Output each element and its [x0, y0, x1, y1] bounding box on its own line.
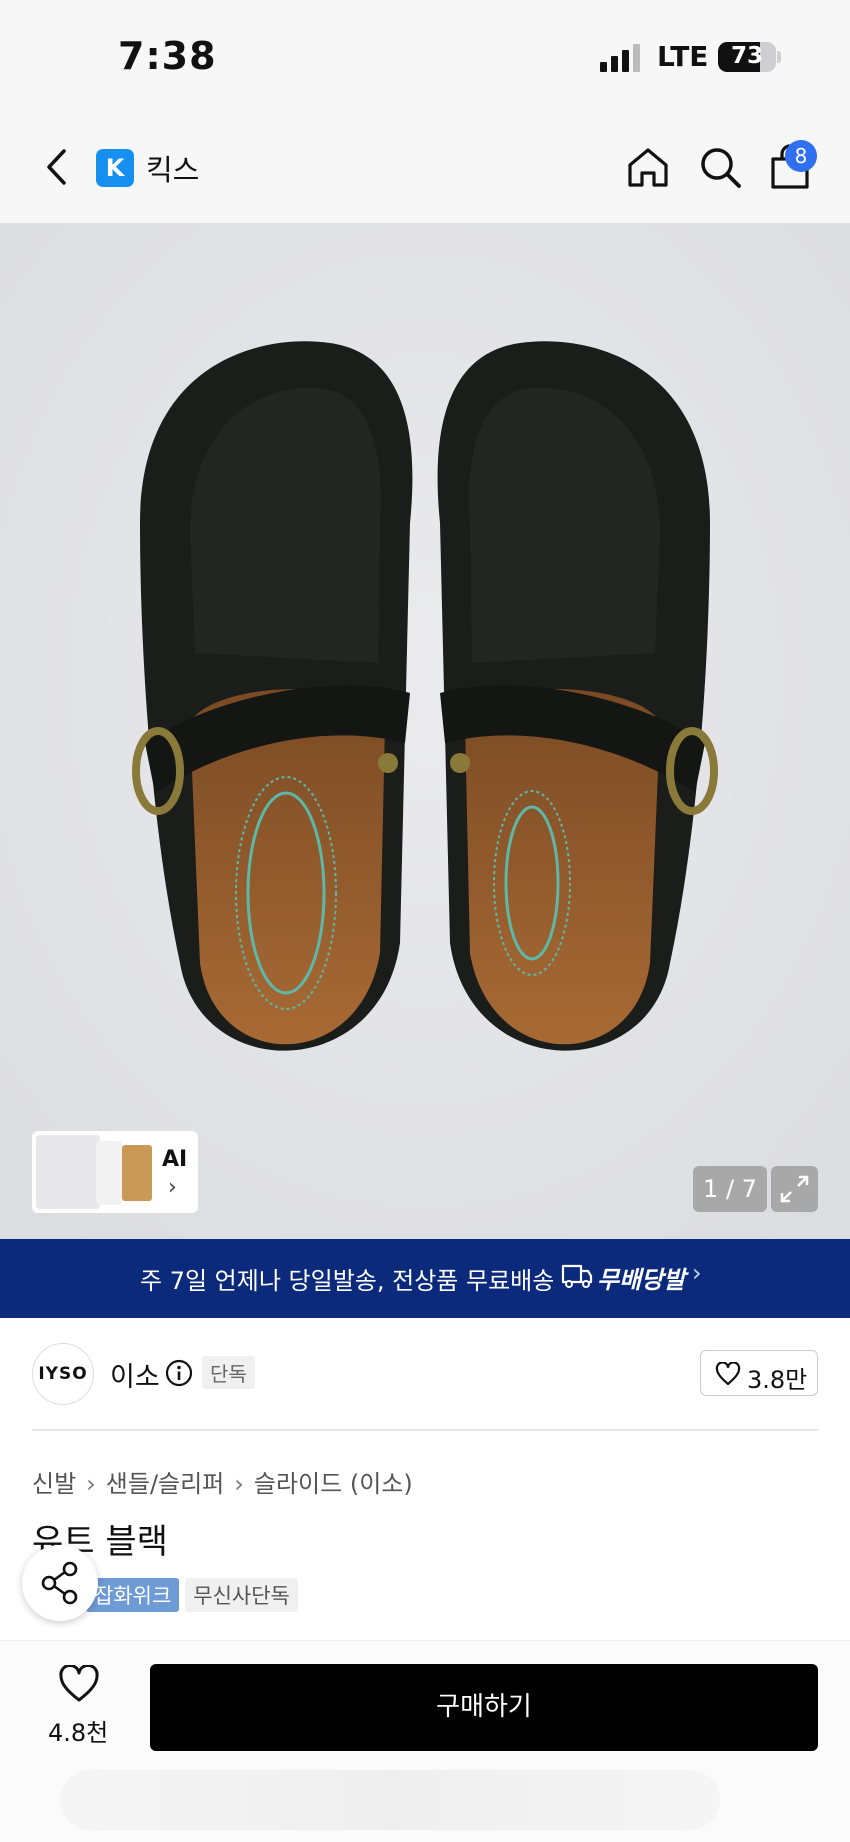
chevron-right-icon: ›	[86, 1470, 96, 1498]
app-logo: K	[96, 149, 134, 187]
search-icon[interactable]	[698, 145, 742, 189]
top-nav: K 킥스	[0, 115, 850, 223]
banner-text: 주 7일 언제나 당일발송, 전상품 무료배송	[140, 1267, 555, 1295]
expand-button[interactable]	[771, 1166, 818, 1212]
brand-logo[interactable]: IYSO	[32, 1343, 94, 1405]
home-icon[interactable]	[626, 145, 670, 189]
status-bar: 7:38 LTE 73	[0, 0, 850, 115]
battery-icon: 73	[718, 42, 776, 72]
info-icon[interactable]	[165, 1359, 193, 1387]
battery-level: 73	[730, 43, 763, 69]
brand-like-count: 3.8만	[747, 1366, 808, 1394]
cart-count-badge: 8	[785, 140, 817, 172]
delivery-truck-icon	[561, 1264, 593, 1288]
buy-button[interactable]: 구매하기	[150, 1664, 818, 1751]
share-button[interactable]	[22, 1545, 98, 1621]
brand-name[interactable]: 이소	[110, 1355, 160, 1394]
breadcrumb: 신발 › 샌들/슬리퍼 › 슬라이드 (이소)	[32, 1464, 413, 1499]
thumbnail-3[interactable]	[122, 1145, 152, 1201]
product-photo	[0, 223, 850, 1239]
heart-icon[interactable]	[58, 1665, 100, 1703]
tag[interactable]: 잡화위크	[86, 1578, 180, 1612]
brand-like-button[interactable]: 3.8만	[700, 1350, 818, 1396]
expand-icon	[780, 1175, 809, 1203]
thumbnail-2[interactable]	[96, 1141, 122, 1205]
app-name: 킥스	[146, 153, 200, 187]
ai-label: AI	[162, 1147, 188, 1172]
product-tags: 잡화위크 무신사단독	[86, 1578, 304, 1612]
thumbnail-1[interactable]	[36, 1135, 100, 1209]
chevron-right-icon: ›	[168, 1175, 177, 1200]
wish-count: 4.8천	[48, 1719, 109, 1747]
back-icon[interactable]	[40, 145, 74, 189]
battery-tip	[777, 51, 781, 63]
image-page-indicator: 1 / 7	[693, 1166, 767, 1212]
heart-icon	[715, 1362, 741, 1386]
product-image[interactable]	[0, 223, 850, 1239]
chevron-right-icon: ›	[692, 1259, 702, 1287]
ai-thumbnail-strip[interactable]: AI ›	[32, 1131, 198, 1213]
shipping-banner[interactable]: 주 7일 언제나 당일발송, 전상품 무료배송 무배당발 ›	[0, 1239, 850, 1318]
exclusive-badge: 단독	[202, 1356, 255, 1389]
signal-icon	[600, 44, 640, 72]
home-indicator-area	[60, 1770, 720, 1830]
share-icon	[41, 1561, 78, 1605]
network-label: LTE	[657, 40, 709, 73]
tag[interactable]: 무신사단독	[185, 1578, 298, 1612]
breadcrumb-item[interactable]: 샌들/슬리퍼	[106, 1470, 225, 1498]
status-time: 7:38	[118, 34, 217, 78]
divider	[32, 1429, 818, 1431]
breadcrumb-item[interactable]: 슬라이드 (이소)	[254, 1470, 413, 1498]
chevron-right-icon: ›	[234, 1470, 244, 1498]
banner-brand: 무배당발	[597, 1266, 686, 1294]
breadcrumb-item[interactable]: 신발	[32, 1470, 76, 1498]
